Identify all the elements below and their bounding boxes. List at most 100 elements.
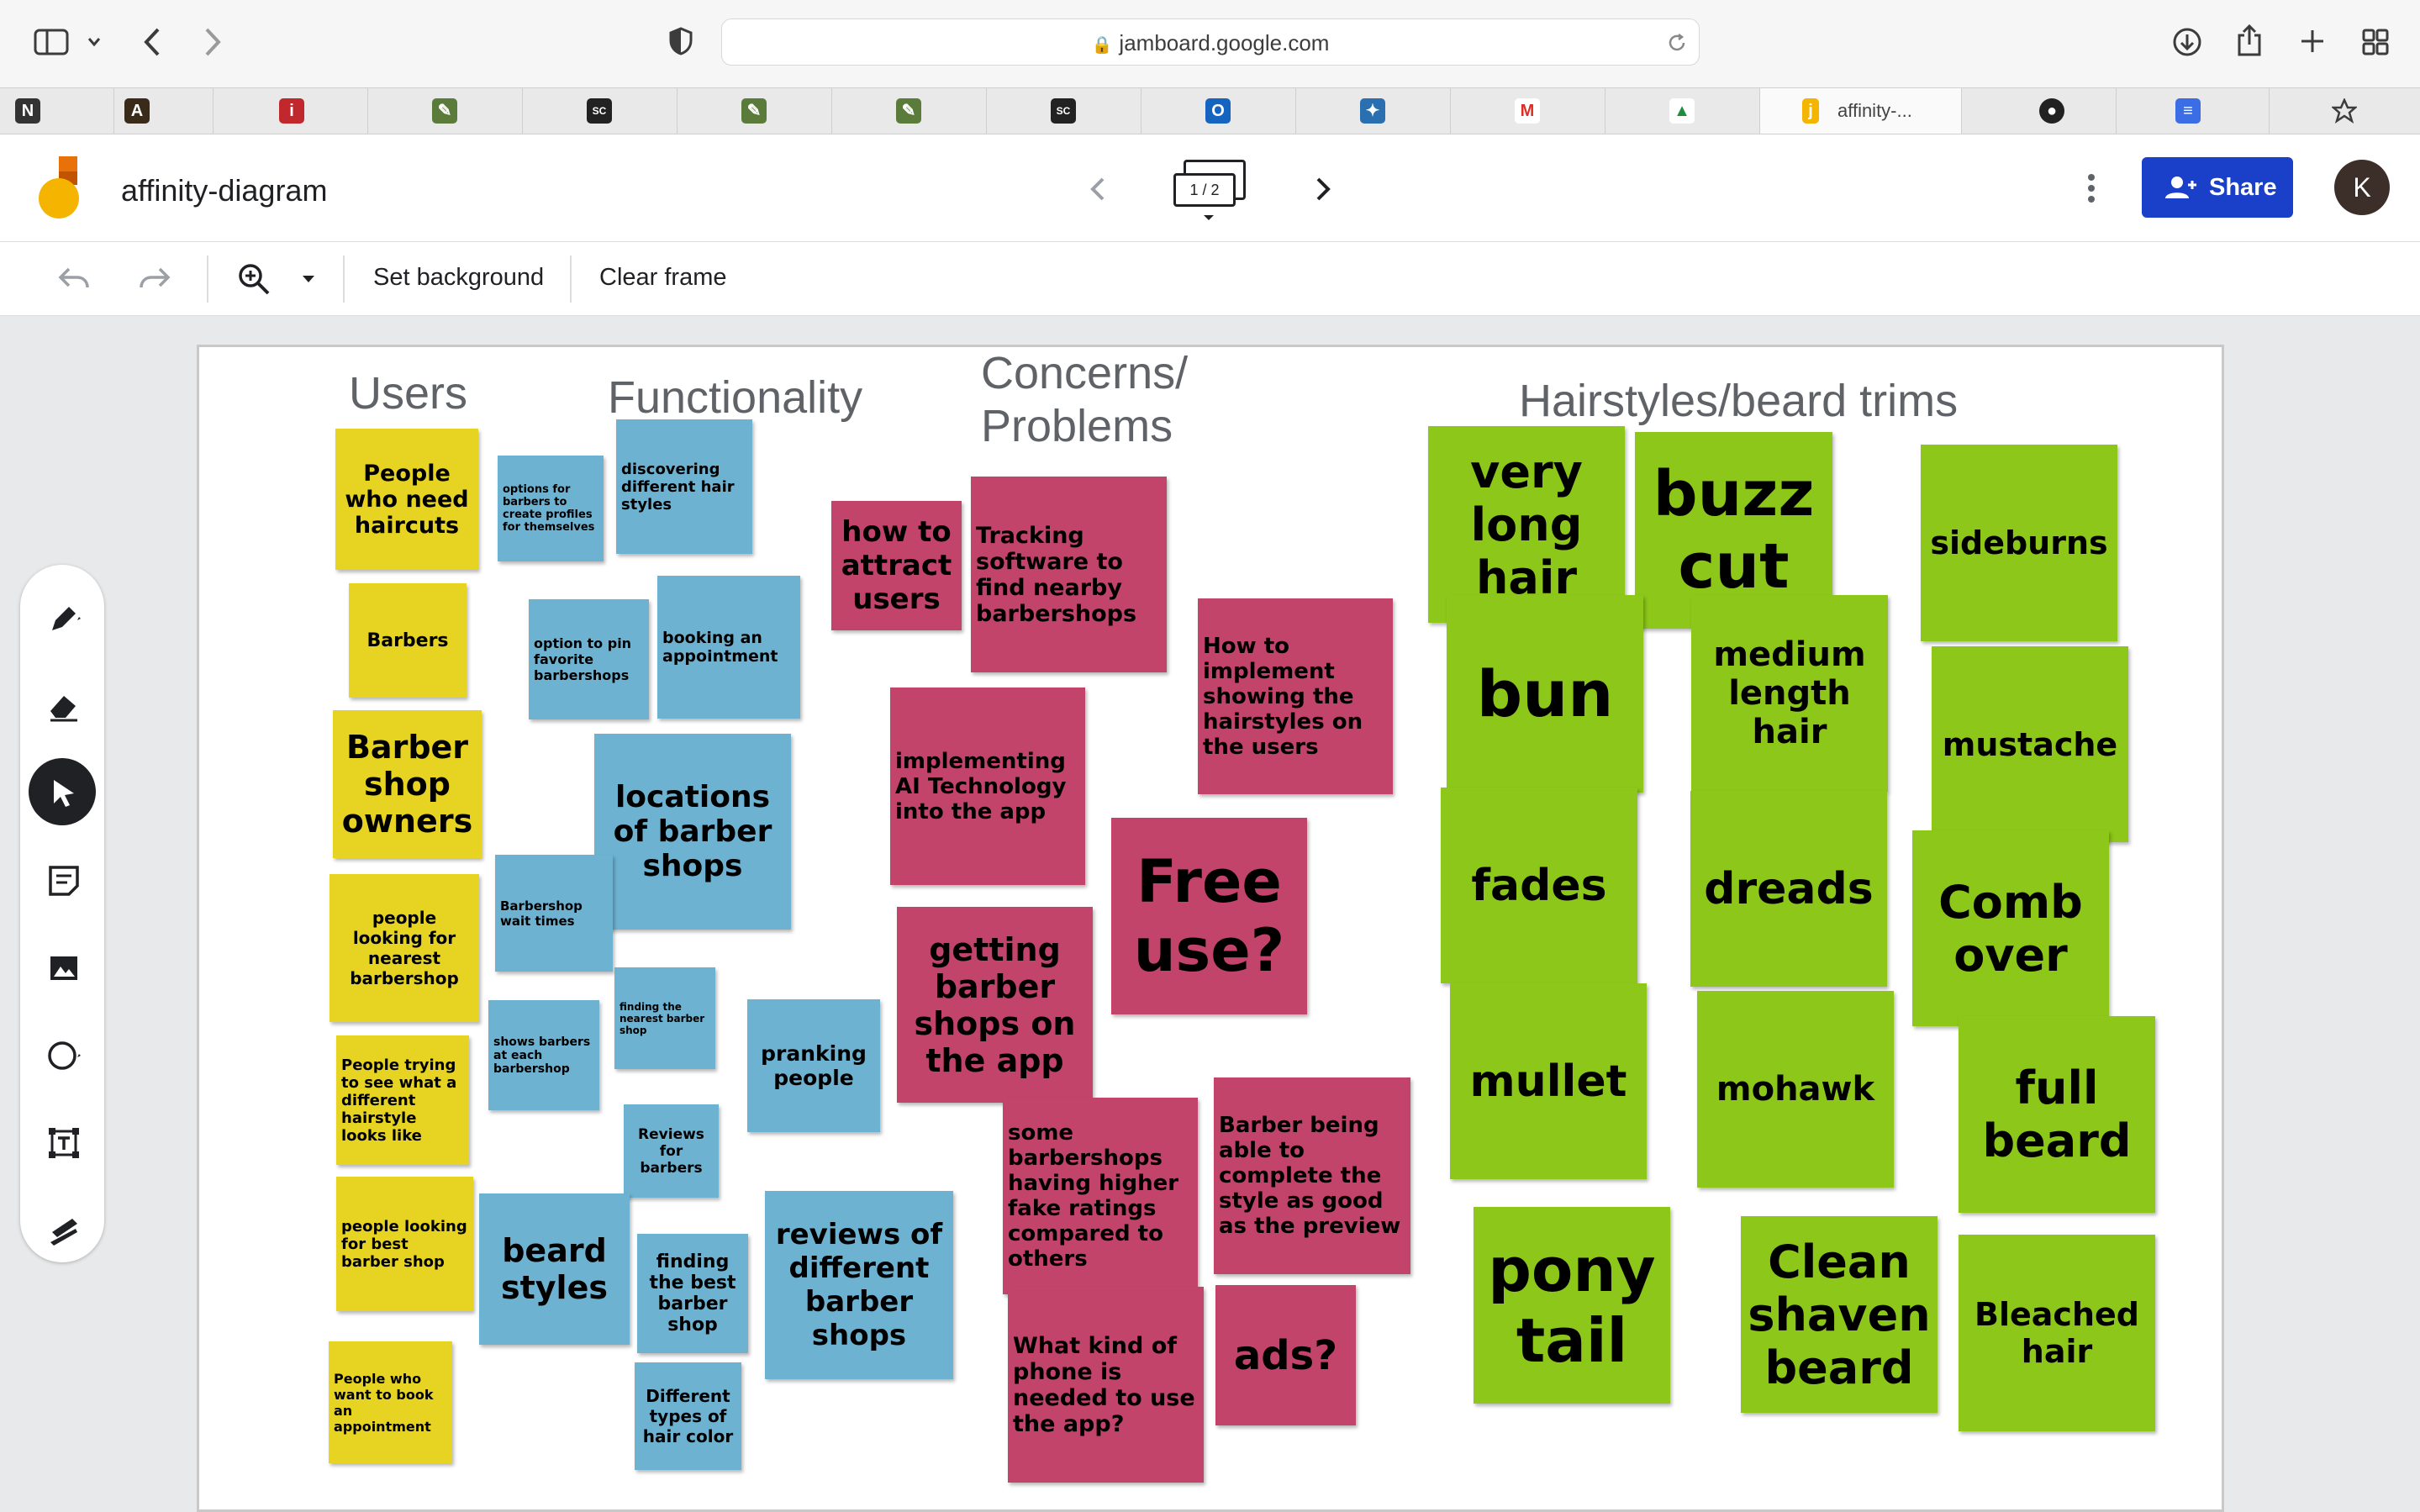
- sticky-note[interactable]: Barbers: [349, 583, 467, 698]
- sticky-note[interactable]: Barber shop owners: [333, 710, 482, 858]
- previous-frame-icon[interactable]: [1089, 176, 1106, 202]
- sticky-note[interactable]: Tracking software to find nearby barbers…: [971, 477, 1167, 672]
- tab-6[interactable]: ✎: [677, 88, 832, 134]
- address-bar[interactable]: 🔒 jamboard.google.com: [721, 18, 1700, 66]
- redo-icon[interactable]: [138, 264, 171, 294]
- sticky-note[interactable]: option to pin favorite barbershops: [529, 599, 649, 719]
- cursor-icon: [54, 780, 74, 807]
- sticky-note[interactable]: What kind of phone is needed to use the …: [1008, 1287, 1204, 1483]
- sidebar-toggle-icon[interactable]: [34, 29, 69, 55]
- tab-active-jamboard[interactable]: j affinity-...: [1760, 88, 1962, 134]
- set-background-button[interactable]: Set background: [373, 264, 544, 292]
- sticky-note[interactable]: Free use?: [1111, 818, 1307, 1014]
- chevron-down-icon[interactable]: [87, 37, 101, 47]
- sticky-note[interactable]: finding the nearest barber shop: [614, 967, 715, 1069]
- sticky-note[interactable]: Different types of hair color: [635, 1362, 741, 1470]
- undo-icon[interactable]: [57, 264, 91, 294]
- sticky-note[interactable]: Barbershop wait times: [495, 855, 613, 972]
- tab-overview-icon[interactable]: [2362, 29, 2389, 55]
- sticky-note[interactable]: pranking people: [747, 999, 880, 1132]
- heading-hairstyles[interactable]: Hairstyles/beard trims: [1519, 375, 1958, 427]
- tab-15[interactable]: ≡: [2117, 88, 2270, 134]
- tab-4[interactable]: ✎: [368, 88, 523, 134]
- sticky-note[interactable]: People who need haircuts: [335, 429, 478, 570]
- sticky-note[interactable]: beard styles: [479, 1193, 630, 1345]
- tab-11[interactable]: M: [1451, 88, 1605, 134]
- sticky-note-tool[interactable]: [29, 846, 96, 913]
- image-tool[interactable]: [29, 933, 96, 1000]
- next-frame-icon[interactable]: [1315, 176, 1331, 202]
- tab-1[interactable]: N: [0, 88, 114, 134]
- reload-icon[interactable]: [1667, 33, 1687, 53]
- heading-users[interactable]: Users: [349, 367, 467, 419]
- tab-14[interactable]: ●: [1962, 88, 2117, 134]
- sticky-note[interactable]: People who want to book an appointment: [329, 1341, 452, 1463]
- shape-tool[interactable]: [29, 1020, 96, 1088]
- tab-9[interactable]: O: [1141, 88, 1296, 134]
- sticky-note[interactable]: bun: [1447, 595, 1643, 793]
- sticky-note[interactable]: Clean shaven beard: [1741, 1216, 1938, 1413]
- heading-functionality[interactable]: Functionality: [608, 371, 862, 424]
- sticky-note[interactable]: medium length hair: [1691, 595, 1888, 792]
- sticky-note[interactable]: very long hair: [1428, 426, 1625, 623]
- sticky-note[interactable]: people looking for nearest barbershop: [330, 874, 479, 1022]
- more-options-icon[interactable]: [2086, 173, 2096, 203]
- tab-12[interactable]: ▲: [1605, 88, 1760, 134]
- sticky-note[interactable]: Reviews for barbers: [624, 1104, 719, 1198]
- sticky-note[interactable]: sideburns: [1921, 445, 2117, 641]
- avatar[interactable]: K: [2334, 160, 2390, 215]
- sticky-note[interactable]: people looking for best barber shop: [336, 1177, 473, 1311]
- sticky-note[interactable]: implementing AI Technology into the app: [890, 688, 1085, 885]
- sticky-note[interactable]: some barbershops having higher fake rati…: [1003, 1098, 1198, 1294]
- pen-tool[interactable]: [29, 583, 96, 651]
- share-button[interactable]: Share: [2142, 157, 2293, 218]
- sticky-note[interactable]: reviews of different barber shops: [765, 1191, 953, 1379]
- share-sheet-icon[interactable]: [2236, 24, 2263, 57]
- sticky-note[interactable]: getting barber shops on the app: [897, 907, 1093, 1103]
- sticky-note[interactable]: Comb over: [1912, 830, 2109, 1026]
- sticky-note[interactable]: Bleached hair: [1959, 1235, 2155, 1431]
- sticky-note[interactable]: booking an appointment: [657, 576, 800, 719]
- sticky-note[interactable]: dreads: [1690, 791, 1887, 987]
- sticky-note[interactable]: shows barbers at each barbershop: [488, 1000, 599, 1110]
- sticky-note[interactable]: locations of barber shops: [594, 734, 791, 930]
- sticky-note[interactable]: how to attract users: [831, 501, 962, 630]
- select-tool[interactable]: [29, 758, 96, 825]
- sticky-note[interactable]: pony tail: [1474, 1207, 1670, 1404]
- circle-icon: [48, 1041, 81, 1070]
- sticky-note[interactable]: mullet: [1450, 983, 1647, 1179]
- clear-frame-button[interactable]: Clear frame: [599, 264, 727, 292]
- tab-10[interactable]: ✦: [1296, 88, 1451, 134]
- zoom-dropdown-icon[interactable]: [301, 274, 316, 284]
- tab-3[interactable]: i: [214, 88, 368, 134]
- heading-concerns-line2[interactable]: Problems: [981, 400, 1173, 452]
- forward-icon[interactable]: [203, 27, 222, 57]
- bookmark-tab[interactable]: [2270, 88, 2420, 134]
- sticky-note[interactable]: full beard: [1959, 1016, 2155, 1213]
- sticky-note[interactable]: People trying to see what a different ha…: [336, 1035, 469, 1165]
- document-title[interactable]: affinity-diagram: [121, 173, 327, 208]
- sticky-note[interactable]: How to implement showing the hairstyles …: [1198, 598, 1393, 794]
- downloads-icon[interactable]: [2172, 27, 2202, 57]
- new-tab-icon[interactable]: [2300, 29, 2325, 54]
- sticky-note[interactable]: Barber being able to complete the style …: [1214, 1077, 1410, 1274]
- text-box-tool[interactable]: [29, 1108, 96, 1175]
- jamboard-canvas[interactable]: Users Functionality Concerns/ Problems H…: [197, 345, 2224, 1512]
- tab-2[interactable]: A: [114, 88, 214, 134]
- tab-5[interactable]: SC: [523, 88, 677, 134]
- laser-tool[interactable]: [29, 1195, 96, 1262]
- eraser-tool[interactable]: [29, 671, 96, 738]
- sticky-note[interactable]: ads?: [1215, 1285, 1356, 1425]
- privacy-shield-icon[interactable]: [669, 27, 693, 55]
- sticky-note[interactable]: finding the best barber shop: [637, 1234, 748, 1353]
- heading-concerns-line1[interactable]: Concerns/: [981, 347, 1188, 399]
- back-icon[interactable]: [143, 27, 161, 57]
- sticky-note[interactable]: mustache: [1932, 646, 2128, 842]
- zoom-icon[interactable]: [237, 262, 271, 296]
- sticky-note[interactable]: options for barbers to create profiles f…: [498, 456, 604, 561]
- sticky-note[interactable]: mohawk: [1697, 991, 1894, 1188]
- tab-8[interactable]: SC: [987, 88, 1141, 134]
- sticky-note[interactable]: discovering different hair styles: [616, 419, 752, 554]
- sticky-note[interactable]: fades: [1441, 788, 1637, 983]
- tab-7[interactable]: ✎: [832, 88, 987, 134]
